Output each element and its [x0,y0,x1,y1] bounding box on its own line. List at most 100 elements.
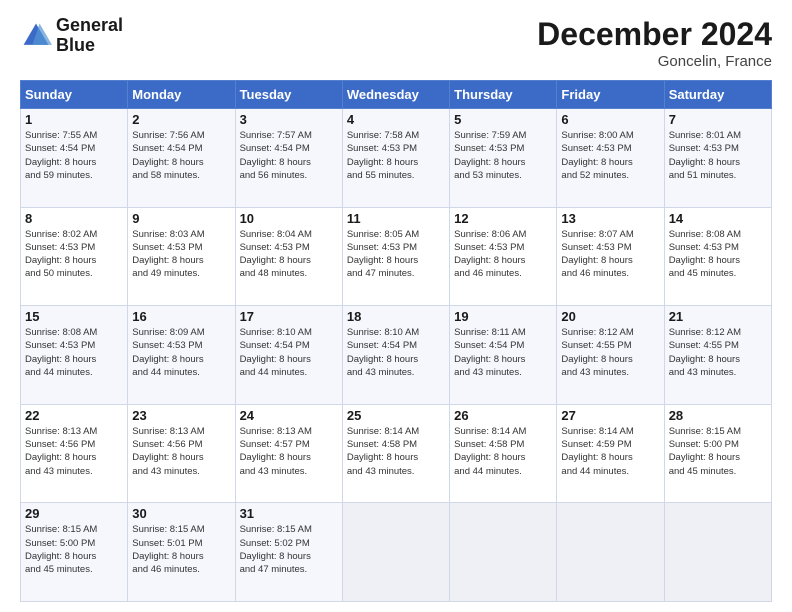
day-number: 27 [561,408,659,423]
weekday-header-saturday: Saturday [664,81,771,109]
cell-info: Sunrise: 7:56 AMSunset: 4:54 PMDaylight:… [132,129,230,182]
calendar-cell: 12 Sunrise: 8:06 AMSunset: 4:53 PMDayligh… [450,207,557,306]
weekday-header-wednesday: Wednesday [342,81,449,109]
cell-info: Sunrise: 8:09 AMSunset: 4:53 PMDaylight:… [132,326,230,379]
calendar-cell: 30Sunrise: 8:15 AMSunset: 5:01 PMDayligh… [128,503,235,602]
calendar-cell: 6 Sunrise: 8:00 AMSunset: 4:53 PMDaylight… [557,109,664,208]
calendar-cell [450,503,557,602]
day-number: 14 [669,211,767,226]
calendar-cell: 25 Sunrise: 8:14 AMSunset: 4:58 PMDayligh… [342,404,449,503]
cell-info: Sunrise: 7:57 AMSunset: 4:54 PMDaylight:… [240,129,338,182]
cell-info: Sunrise: 8:12 AMSunset: 4:55 PMDaylight:… [669,326,767,379]
cell-info: Sunrise: 8:05 AMSunset: 4:53 PMDaylight:… [347,228,445,281]
day-number: 8 [25,211,123,226]
cell-info: Sunrise: 8:13 AMSunset: 4:56 PMDaylight:… [25,425,123,478]
calendar-cell: 8 Sunrise: 8:02 AMSunset: 4:53 PMDaylight… [21,207,128,306]
calendar-cell: 24 Sunrise: 8:13 AMSunset: 4:57 PMDayligh… [235,404,342,503]
cell-info: Sunrise: 8:13 AMSunset: 4:57 PMDaylight:… [240,425,338,478]
calendar-cell: 5Sunrise: 7:59 AMSunset: 4:53 PMDaylight… [450,109,557,208]
calendar-cell [557,503,664,602]
day-number: 7 [669,112,767,127]
cell-info: Sunrise: 8:11 AMSunset: 4:54 PMDaylight:… [454,326,552,379]
cell-info: Sunrise: 8:15 AMSunset: 5:02 PMDaylight:… [240,523,338,576]
day-number: 20 [561,309,659,324]
cell-info: Sunrise: 8:08 AMSunset: 4:53 PMDaylight:… [25,326,123,379]
weekday-header-sunday: Sunday [21,81,128,109]
calendar-cell: 17 Sunrise: 8:10 AMSunset: 4:54 PMDayligh… [235,306,342,405]
day-number: 22 [25,408,123,423]
calendar-cell: 4Sunrise: 7:58 AMSunset: 4:53 PMDaylight… [342,109,449,208]
day-number: 2 [132,112,230,127]
weekday-header-tuesday: Tuesday [235,81,342,109]
day-number: 30 [132,506,230,521]
day-number: 26 [454,408,552,423]
calendar-cell: 9 Sunrise: 8:03 AMSunset: 4:53 PMDaylight… [128,207,235,306]
logo: General Blue [20,16,123,56]
calendar-cell: 21 Sunrise: 8:12 AMSunset: 4:55 PMDayligh… [664,306,771,405]
calendar-cell: 13 Sunrise: 8:07 AMSunset: 4:53 PMDayligh… [557,207,664,306]
calendar-cell: 31 Sunrise: 8:15 AMSunset: 5:02 PMDayligh… [235,503,342,602]
day-number: 19 [454,309,552,324]
day-number: 18 [347,309,445,324]
cell-info: Sunrise: 8:07 AMSunset: 4:53 PMDaylight:… [561,228,659,281]
logo-text: General Blue [56,16,123,56]
day-number: 24 [240,408,338,423]
calendar-cell: 22 Sunrise: 8:13 AMSunset: 4:56 PMDayligh… [21,404,128,503]
title-block: December 2024 Goncelin, France [537,16,772,70]
calendar-cell: 3 Sunrise: 7:57 AMSunset: 4:54 PMDaylight… [235,109,342,208]
calendar-cell: 20 Sunrise: 8:12 AMSunset: 4:55 PMDayligh… [557,306,664,405]
cell-info: Sunrise: 8:13 AMSunset: 4:56 PMDaylight:… [132,425,230,478]
cell-info: Sunrise: 8:10 AMSunset: 4:54 PMDaylight:… [347,326,445,379]
calendar-cell: 14 Sunrise: 8:08 AMSunset: 4:53 PMDayligh… [664,207,771,306]
calendar-cell: 23Sunrise: 8:13 AMSunset: 4:56 PMDayligh… [128,404,235,503]
calendar-cell [342,503,449,602]
day-number: 4 [347,112,445,127]
calendar-cell: 16 Sunrise: 8:09 AMSunset: 4:53 PMDayligh… [128,306,235,405]
weekday-header-monday: Monday [128,81,235,109]
day-number: 25 [347,408,445,423]
day-number: 12 [454,211,552,226]
location-title: Goncelin, France [537,53,772,70]
day-number: 6 [561,112,659,127]
calendar-cell: 2 Sunrise: 7:56 AMSunset: 4:54 PMDaylight… [128,109,235,208]
day-number: 17 [240,309,338,324]
cell-info: Sunrise: 8:04 AMSunset: 4:53 PMDaylight:… [240,228,338,281]
day-number: 16 [132,309,230,324]
day-number: 28 [669,408,767,423]
month-title: December 2024 [537,16,772,53]
weekday-header-friday: Friday [557,81,664,109]
calendar-cell: 1 Sunrise: 7:55 AMSunset: 4:54 PMDaylight… [21,109,128,208]
calendar-table: SundayMondayTuesdayWednesdayThursdayFrid… [20,80,772,602]
cell-info: Sunrise: 7:59 AMSunset: 4:53 PMDaylight:… [454,129,552,182]
day-number: 31 [240,506,338,521]
cell-info: Sunrise: 8:03 AMSunset: 4:53 PMDaylight:… [132,228,230,281]
weekday-header-thursday: Thursday [450,81,557,109]
day-number: 3 [240,112,338,127]
cell-info: Sunrise: 8:00 AMSunset: 4:53 PMDaylight:… [561,129,659,182]
cell-info: Sunrise: 8:08 AMSunset: 4:53 PMDaylight:… [669,228,767,281]
day-number: 29 [25,506,123,521]
calendar-cell: 7 Sunrise: 8:01 AMSunset: 4:53 PMDaylight… [664,109,771,208]
day-number: 13 [561,211,659,226]
day-number: 11 [347,211,445,226]
cell-info: Sunrise: 8:02 AMSunset: 4:53 PMDaylight:… [25,228,123,281]
calendar-cell: 11 Sunrise: 8:05 AMSunset: 4:53 PMDayligh… [342,207,449,306]
cell-info: Sunrise: 8:14 AMSunset: 4:58 PMDaylight:… [347,425,445,478]
cell-info: Sunrise: 8:06 AMSunset: 4:53 PMDaylight:… [454,228,552,281]
day-number: 1 [25,112,123,127]
calendar-cell [664,503,771,602]
day-number: 21 [669,309,767,324]
day-number: 9 [132,211,230,226]
calendar-cell: 18 Sunrise: 8:10 AMSunset: 4:54 PMDayligh… [342,306,449,405]
cell-info: Sunrise: 8:12 AMSunset: 4:55 PMDaylight:… [561,326,659,379]
calendar-cell: 19 Sunrise: 8:11 AMSunset: 4:54 PMDayligh… [450,306,557,405]
cell-info: Sunrise: 8:14 AMSunset: 4:58 PMDaylight:… [454,425,552,478]
day-number: 15 [25,309,123,324]
cell-info: Sunrise: 8:01 AMSunset: 4:53 PMDaylight:… [669,129,767,182]
cell-info: Sunrise: 8:10 AMSunset: 4:54 PMDaylight:… [240,326,338,379]
calendar-cell: 27Sunrise: 8:14 AMSunset: 4:59 PMDayligh… [557,404,664,503]
cell-info: Sunrise: 7:55 AMSunset: 4:54 PMDaylight:… [25,129,123,182]
calendar-cell: 28Sunrise: 8:15 AMSunset: 5:00 PMDayligh… [664,404,771,503]
calendar-cell: 10Sunrise: 8:04 AMSunset: 4:53 PMDayligh… [235,207,342,306]
header: General Blue December 2024 Goncelin, Fra… [20,16,772,70]
